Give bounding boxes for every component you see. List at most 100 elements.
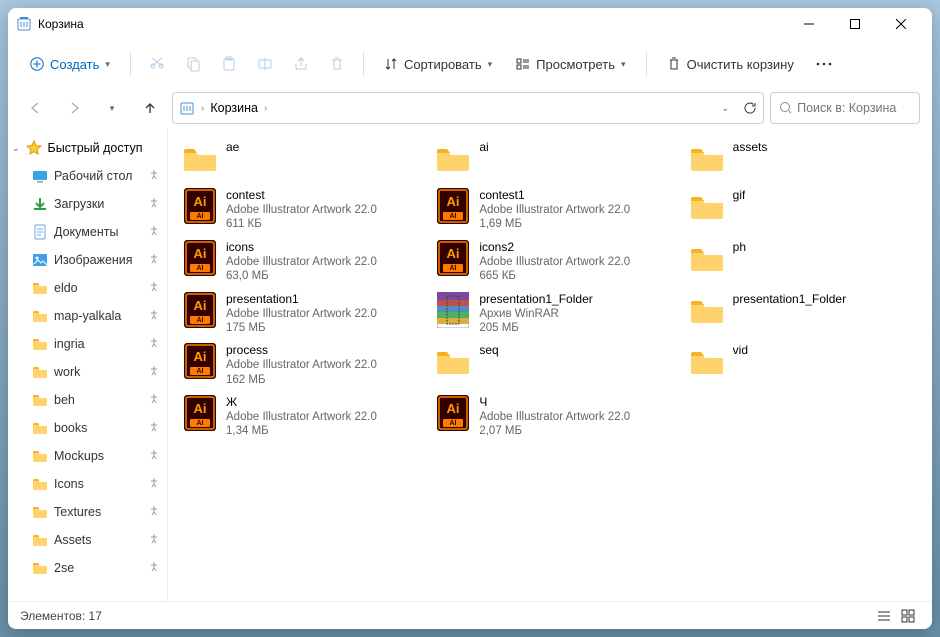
folder-item[interactable]: presentation1_Folder xyxy=(687,290,920,338)
doc-icon xyxy=(32,224,48,240)
folder-icon xyxy=(32,420,48,436)
file-name: presentation1_Folder xyxy=(479,292,592,307)
share-icon xyxy=(293,56,309,72)
file-item[interactable]: AiAIpresentation1Adobe Illustrator Artwo… xyxy=(180,290,413,338)
svg-text:Ai: Ai xyxy=(194,246,207,261)
folder-item[interactable]: assets xyxy=(687,138,920,182)
folder-item[interactable]: gif xyxy=(687,186,920,234)
sidebar-item[interactable]: work xyxy=(8,358,167,386)
chevron-down-icon: ▾ xyxy=(488,59,493,70)
empty-recycle-bin-button[interactable]: Очистить корзину xyxy=(657,51,804,78)
search-box[interactable] xyxy=(770,92,920,124)
breadcrumb-item[interactable]: Корзина xyxy=(210,101,258,115)
file-item[interactable]: AiAIprocessAdobe Illustrator Artwork 22.… xyxy=(180,341,413,389)
forward-button[interactable] xyxy=(58,92,90,124)
search-icon xyxy=(779,101,791,115)
cut-button[interactable] xyxy=(141,50,173,78)
sidebar-item-label: books xyxy=(54,421,87,435)
file-name: presentation1_Folder xyxy=(733,292,846,307)
svg-text:AI: AI xyxy=(450,265,457,272)
sidebar-item-label: ingria xyxy=(54,337,85,351)
file-name: ae xyxy=(226,140,239,155)
refresh-button[interactable] xyxy=(743,101,757,115)
file-type: Adobe Illustrator Artwork 22.0 xyxy=(479,410,630,424)
folder-item[interactable]: ai xyxy=(433,138,666,182)
file-item[interactable]: AiAIcontestAdobe Illustrator Artwork 22.… xyxy=(180,186,413,234)
sidebar-item-label: Assets xyxy=(54,533,92,547)
sidebar-item[interactable]: Рабочий стол xyxy=(8,162,167,190)
file-type: Adobe Illustrator Artwork 22.0 xyxy=(226,410,377,424)
pin-icon xyxy=(149,338,161,350)
file-size: 205 МБ xyxy=(479,321,592,335)
file-item[interactable]: presentation1_FolderАрхив WinRAR205 МБ xyxy=(433,290,666,338)
sidebar-item[interactable]: Textures xyxy=(8,498,167,526)
sidebar-item-label: Mockups xyxy=(54,449,104,463)
view-button[interactable]: Просмотреть ▾ xyxy=(506,51,635,78)
sidebar-item[interactable]: Assets xyxy=(8,526,167,554)
ai-icon: AiAI xyxy=(435,240,471,276)
pin-icon xyxy=(149,366,161,378)
file-size: 2,07 МБ xyxy=(479,424,630,438)
up-button[interactable] xyxy=(134,92,166,124)
sidebar-item[interactable]: Icons xyxy=(8,470,167,498)
folder-item[interactable]: ph xyxy=(687,238,920,286)
file-name: ph xyxy=(733,240,746,255)
file-item[interactable]: AiAIiconsAdobe Illustrator Artwork 22.06… xyxy=(180,238,413,286)
recent-button[interactable]: ▾ xyxy=(96,92,128,124)
svg-text:Ai: Ai xyxy=(194,194,207,209)
address-bar[interactable]: › Корзина › ⌄ xyxy=(172,92,764,124)
sidebar-item[interactable]: beh xyxy=(8,386,167,414)
copy-icon xyxy=(185,56,201,72)
folder-item[interactable]: seq xyxy=(433,341,666,389)
sidebar-item[interactable]: Загрузки xyxy=(8,190,167,218)
sidebar-item[interactable]: eldo xyxy=(8,274,167,302)
details-view-button[interactable] xyxy=(872,604,896,628)
quick-access-item[interactable]: ⌄ Быстрый доступ xyxy=(8,134,167,162)
more-button[interactable] xyxy=(808,56,840,72)
folder-icon xyxy=(435,343,471,379)
rename-button[interactable] xyxy=(249,50,281,78)
sidebar-item-label: Рабочий стол xyxy=(54,169,132,183)
folder-icon xyxy=(32,560,48,576)
pin-icon xyxy=(149,254,161,266)
file-list[interactable]: ae ai assets AiAIcontestAdobe Illustrator A… xyxy=(168,128,932,601)
sidebar-item[interactable]: Документы xyxy=(8,218,167,246)
sidebar-item[interactable]: books xyxy=(8,414,167,442)
delete-button[interactable] xyxy=(321,50,353,78)
paste-button[interactable] xyxy=(213,50,245,78)
file-name: process xyxy=(226,343,377,358)
thumbnails-view-button[interactable] xyxy=(896,604,920,628)
sidebar-item-label: beh xyxy=(54,393,75,407)
svg-text:AI: AI xyxy=(197,317,204,324)
sidebar-item[interactable]: ingria xyxy=(8,330,167,358)
star-icon xyxy=(26,140,42,156)
search-input[interactable] xyxy=(797,101,911,115)
copy-button[interactable] xyxy=(177,50,209,78)
view-icon xyxy=(516,57,530,71)
new-button[interactable]: Создать ▾ xyxy=(20,51,120,78)
sort-button[interactable]: Сортировать ▾ xyxy=(374,51,502,78)
minimize-button[interactable] xyxy=(786,8,832,40)
sidebar-item[interactable]: map-yalkala xyxy=(8,302,167,330)
file-item[interactable]: AiAIcontest1Adobe Illustrator Artwork 22… xyxy=(433,186,666,234)
back-button[interactable] xyxy=(20,92,52,124)
file-item[interactable]: AiAIicons2Adobe Illustrator Artwork 22.0… xyxy=(433,238,666,286)
file-item[interactable]: AiAIЖAdobe Illustrator Artwork 22.01,34 … xyxy=(180,393,413,441)
sidebar-item[interactable]: 2se xyxy=(8,554,167,582)
share-button[interactable] xyxy=(285,50,317,78)
folder-item[interactable]: vid xyxy=(687,341,920,389)
navigation-pane[interactable]: ⌄ Быстрый доступ Рабочий стол ЗагрузкиДок… xyxy=(8,128,168,601)
file-size: 175 МБ xyxy=(226,321,377,335)
close-button[interactable] xyxy=(878,8,924,40)
maximize-button[interactable] xyxy=(832,8,878,40)
pin-icon xyxy=(149,198,161,210)
folder-item[interactable]: ae xyxy=(180,138,413,182)
ai-icon: AiAI xyxy=(182,395,218,431)
chevron-down-icon[interactable]: ⌄ xyxy=(721,103,729,114)
sidebar-item[interactable]: Mockups xyxy=(8,442,167,470)
file-name: vid xyxy=(733,343,748,358)
pin-icon xyxy=(149,450,161,462)
sidebar-item[interactable]: Изображения xyxy=(8,246,167,274)
delete-icon xyxy=(329,56,345,72)
file-item[interactable]: AiAIЧAdobe Illustrator Artwork 22.02,07 … xyxy=(433,393,666,441)
